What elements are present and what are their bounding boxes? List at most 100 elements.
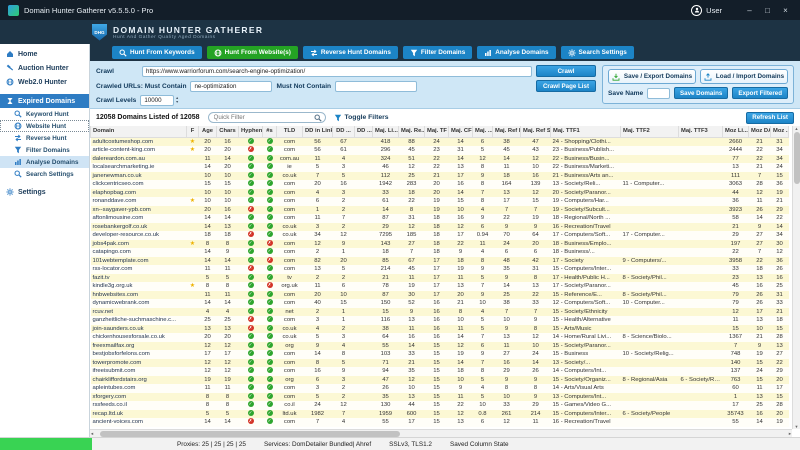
column-header-maj-tf[interactable]: Maj. TF bbox=[425, 126, 449, 137]
column-header-f[interactable]: F bbox=[187, 126, 199, 137]
column-header-s[interactable]: #s bbox=[263, 126, 277, 137]
column-header-dd[interactable]: DD ... bbox=[333, 126, 355, 137]
column-header-age[interactable]: Age bbox=[199, 126, 217, 137]
table-row[interactable]: chairkliffordstairs.org1919✓✓org63471215… bbox=[91, 376, 789, 385]
sidebar-item-filter-domains[interactable]: Filter Domains bbox=[0, 144, 89, 156]
maximize-icon[interactable]: □ bbox=[761, 6, 774, 15]
table-row[interactable]: ifreeisubmit.com1212✓✓com169943515188292… bbox=[91, 367, 789, 376]
scroll-left-icon[interactable]: ◄ bbox=[90, 431, 94, 436]
column-header-maj-re[interactable]: Maj. Re... bbox=[399, 126, 425, 137]
vertical-scrollbar[interactable]: ▲ ▼ bbox=[792, 126, 800, 429]
table-row[interactable]: rssfeeds.co.il88✓✓co.il24121304415221033… bbox=[91, 401, 789, 410]
table-row[interactable]: chickenhousesforsale.co.uk2020✓✓co.uk536… bbox=[91, 333, 789, 342]
column-header-maj-ref-ips[interactable]: Maj. Ref IPs bbox=[493, 126, 521, 137]
table-row[interactable]: ronanddave.com★1010✓✓com6261221915817151… bbox=[91, 197, 789, 206]
must-not-contain-input[interactable] bbox=[335, 81, 417, 92]
horizontal-scroll-thumb[interactable] bbox=[100, 431, 400, 437]
table-row[interactable]: jobs4pak.com★88✓✗com12914327182211242018… bbox=[91, 240, 789, 249]
sidebar-item-keyword-hunt[interactable]: Keyword Hunt bbox=[0, 108, 89, 120]
sidebar-item-web2-0-hunter[interactable]: Web2.0 Hunter bbox=[0, 75, 89, 89]
table-row[interactable]: catapingo.com149✓✓com2118718946618 - Bus… bbox=[91, 248, 789, 257]
column-header-tld[interactable]: TLD bbox=[277, 126, 303, 137]
table-row[interactable]: freexmailfax.org1212✓✓org945514151261110… bbox=[91, 342, 789, 351]
column-header-chars[interactable]: Chars bbox=[217, 126, 239, 137]
table-row[interactable]: hnbwebsites.com1111✓✓com2010873017209252… bbox=[91, 291, 789, 300]
scroll-right-icon[interactable]: ► bbox=[788, 431, 792, 436]
close-icon[interactable]: × bbox=[779, 6, 792, 15]
table-row[interactable]: clickcentricseo.com1515✓✓com201619422832… bbox=[91, 180, 789, 189]
load-import-domains-button[interactable]: Load / Import Domains bbox=[700, 69, 788, 84]
column-header-maj-ref-su[interactable]: Maj. Ref Su... bbox=[521, 126, 551, 137]
crawl-levels-input[interactable] bbox=[140, 95, 174, 106]
export-filtered-button[interactable]: Export Filtered bbox=[732, 87, 788, 99]
horizontal-scrollbar[interactable]: ◄ ► bbox=[90, 429, 792, 437]
tab-hunt-from-keywords[interactable]: Hunt From Keywords bbox=[112, 46, 202, 59]
column-header-moz-da[interactable]: Moz DA bbox=[749, 126, 771, 137]
sidebar-item-home[interactable]: Home bbox=[0, 47, 89, 61]
tab-reverse-hunt-domains[interactable]: Reverse Hunt Domains bbox=[303, 46, 398, 59]
table-row[interactable]: aftonlimousine.com1414✓✓com1178731181692… bbox=[91, 214, 789, 223]
tab-filter-domains[interactable]: Filter Domains bbox=[403, 46, 472, 59]
save-export-domains-button[interactable]: Save / Export Domains bbox=[608, 69, 696, 84]
table-row[interactable]: fazit.tv55✓✓tv222111171159817 - Health/P… bbox=[91, 274, 789, 283]
column-header-dd-in-links[interactable]: DD in Links bbox=[303, 126, 333, 137]
refresh-list-button[interactable]: Refresh List bbox=[746, 112, 794, 124]
table-row[interactable]: article-content-king.com★2020✗✓com566129… bbox=[91, 146, 789, 155]
table-row[interactable]: ganzheitliche-suchmaschine.c...2525✗✓com… bbox=[91, 316, 789, 325]
table-row[interactable]: dynamicwebrank.com1414✓✓com4015150521621… bbox=[91, 299, 789, 308]
column-header-domain[interactable]: Domain bbox=[91, 126, 187, 137]
column-header-moz-li[interactable]: Moz Li... bbox=[723, 126, 749, 137]
tab-search-settings[interactable]: Search Settings bbox=[561, 46, 634, 59]
table-row[interactable]: localsearchmarketing.ie1420✓✓ie534612221… bbox=[91, 163, 789, 172]
crawl-url-input[interactable] bbox=[142, 66, 532, 77]
table-row[interactable]: rss-locator.com1111✗✓com1352144517199353… bbox=[91, 265, 789, 274]
save-name-input[interactable] bbox=[647, 88, 670, 99]
table-row[interactable]: rosebankergolf.co.uk1413✓✓co.uk322912181… bbox=[91, 223, 789, 232]
table-row[interactable]: xforgery.com88✓✓com5235131511510913 - Co… bbox=[91, 393, 789, 402]
spinner-arrows[interactable]: ▲▼ bbox=[175, 97, 179, 105]
column-header-maj-li[interactable]: Maj. Li... bbox=[373, 126, 399, 137]
table-row[interactable]: adultcostumeshop.com★2016✓✓com5667418882… bbox=[91, 137, 789, 146]
crawl-page-list-button[interactable]: Crawl Page List bbox=[536, 80, 596, 92]
save-domains-button[interactable]: Save Domains bbox=[674, 87, 728, 99]
table-row[interactable]: apleintubes.com1111✓✓com32261015948814 -… bbox=[91, 384, 789, 393]
scroll-up-icon[interactable]: ▲ bbox=[795, 126, 799, 131]
table-row[interactable]: developer-resource.co.uk1818✗✓co.uk34127… bbox=[91, 231, 789, 240]
sidebar-item-analyse-domains[interactable]: Analyse Domains bbox=[0, 156, 89, 168]
sidebar-item-reverse-hunt[interactable]: Reverse Hunt bbox=[0, 132, 89, 144]
tab-analyse-domains[interactable]: Analyse Domains bbox=[477, 46, 555, 59]
table-row[interactable]: towerpromote.com1212✓✓com857121151471614… bbox=[91, 359, 789, 368]
sidebar-item-search-settings[interactable]: Search Settings bbox=[0, 168, 89, 180]
scroll-down-icon[interactable]: ▼ bbox=[795, 424, 799, 429]
table-row[interactable]: 101webtemplate.com1414✓✗com8220856717188… bbox=[91, 257, 789, 266]
column-header-maj-ttf2[interactable]: Maj. TTF2 bbox=[621, 126, 679, 137]
sidebar-item-auction-hunter[interactable]: Auction Hunter bbox=[0, 61, 89, 75]
column-header-maj-cf[interactable]: Maj. CF bbox=[449, 126, 473, 137]
quick-filter-input[interactable] bbox=[208, 112, 326, 123]
column-header-dd[interactable]: DD ... bbox=[355, 126, 373, 137]
table-row[interactable]: recap.ltd.uk55✓✓ltd.uk19827195960015120.… bbox=[91, 410, 789, 419]
table-row[interactable]: join-saunders.co.uk1313✗✓co.uk4238111611… bbox=[91, 325, 789, 334]
sidebar-item-expired-domains[interactable]: Expired Domains bbox=[0, 94, 89, 108]
crawl-button[interactable]: Crawl bbox=[536, 65, 596, 77]
column-header-hyphen[interactable]: Hyphen bbox=[239, 126, 263, 137]
table-row[interactable]: elaphopbag.com1010✓✓com43331820147131220… bbox=[91, 189, 789, 198]
column-header-maj[interactable]: Maj. ... bbox=[473, 126, 493, 137]
table-row[interactable]: janenewman.co.uk1010✓✓co.uk7511225211791… bbox=[91, 172, 789, 181]
column-header-maj-ttf1[interactable]: Maj. TTF1 bbox=[551, 126, 621, 137]
sidebar-item-website-hunt[interactable]: Website Hunt bbox=[0, 120, 89, 132]
table-row[interactable]: xn--saygaver-ypb.com2016✗✓com12148191047… bbox=[91, 206, 789, 215]
must-contain-input[interactable] bbox=[190, 81, 272, 92]
table-row[interactable]: ancient-voices.com1414✗✓com7455171513612… bbox=[91, 418, 789, 427]
table-row[interactable]: dalereardon.com.au1114✓✓com.au1143245122… bbox=[91, 155, 789, 164]
tab-hunt-from-website-s[interactable]: Hunt From Website(s) bbox=[207, 46, 298, 59]
vertical-scroll-thumb[interactable] bbox=[794, 132, 800, 184]
user-menu[interactable]: User bbox=[691, 5, 722, 16]
column-header-maj-ttf3[interactable]: Maj. TTF3 bbox=[679, 126, 723, 137]
table-row[interactable]: kindle3g.org.uk★88✓✗org.uk11678191713714… bbox=[91, 282, 789, 291]
table-row[interactable]: rcuv.net44✓✓net2115916847715 - Society/E… bbox=[91, 308, 789, 317]
column-header-moz[interactable]: Moz ... bbox=[771, 126, 789, 137]
table-row[interactable]: bestjobsforfelons.com1717✓✓com1481033315… bbox=[91, 350, 789, 359]
toggle-filters[interactable]: Toggle Filters bbox=[334, 114, 389, 122]
spinner-down-icon[interactable]: ▼ bbox=[175, 101, 179, 105]
